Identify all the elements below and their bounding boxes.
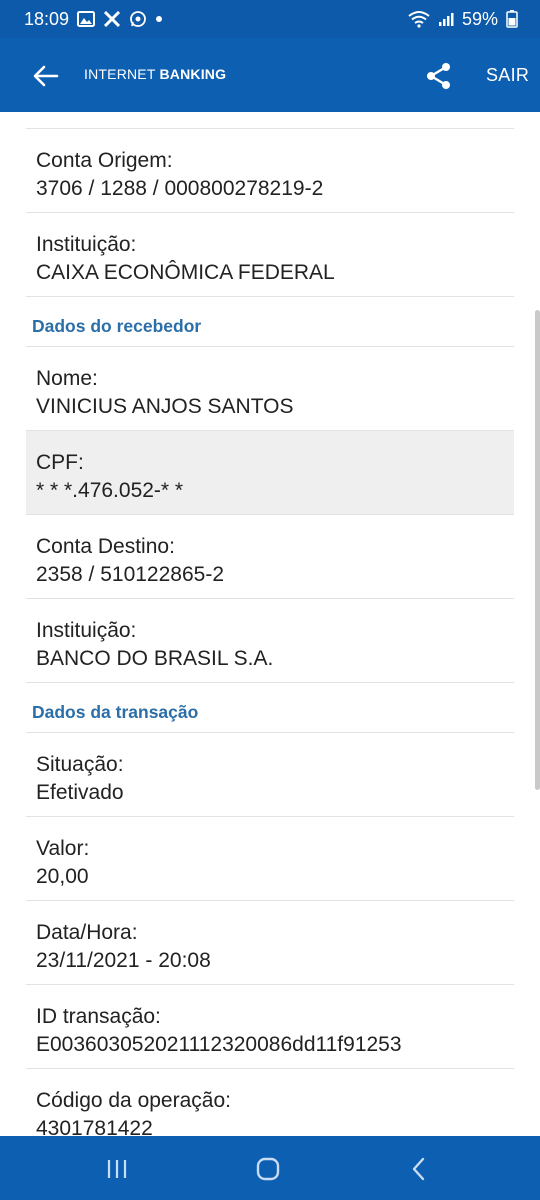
instituicao-destino-label: Instituição: <box>36 619 137 642</box>
signal-icon <box>438 11 454 27</box>
receipt-content[interactable]: Conta Origem: 3706 / 1288 / 000800278219… <box>0 112 540 1136</box>
cpf-value: * * *.476.052-* * <box>36 479 184 502</box>
codigo-operacao-label: Código da operação: <box>36 1089 231 1112</box>
home-icon <box>256 1157 280 1181</box>
row-conta-origem: Conta Origem: 3706 / 1288 / 000800278219… <box>26 129 514 213</box>
conta-destino-label: Conta Destino: <box>36 535 175 558</box>
row-instituicao-destino: Instituição: BANCO DO BRASIL S.A. <box>26 599 514 683</box>
data-hora-value: 23/11/2021 - 20:08 <box>36 949 211 972</box>
share-icon <box>427 63 450 89</box>
data-hora-label: Data/Hora: <box>36 921 138 944</box>
row-codigo-operacao: Código da operação: 4301781422 <box>26 1069 514 1136</box>
row-valor: Valor: 20,00 <box>26 817 514 901</box>
codigo-operacao-value: 4301781422 <box>36 1117 153 1136</box>
app-title: INTERNET BANKING <box>84 66 226 82</box>
app-title-light: INTERNET <box>84 66 156 82</box>
system-nav-bar <box>0 1136 540 1200</box>
valor-label: Valor: <box>36 837 90 860</box>
row-conta-destino: Conta Destino: 2358 / 510122865-2 <box>26 515 514 599</box>
system-back-button[interactable] <box>402 1152 436 1186</box>
chevron-left-icon <box>412 1157 425 1181</box>
row-instituicao-origem: Instituição: CAIXA ECONÔMICA FEDERAL <box>26 213 514 297</box>
app-title-bold: BANKING <box>159 66 227 82</box>
battery-icon <box>506 10 518 28</box>
share-button[interactable] <box>423 60 455 92</box>
instituicao-destino-value: BANCO DO BRASIL S.A. <box>36 647 274 670</box>
cpf-label: CPF: <box>36 451 84 474</box>
instituicao-origem-label: Instituição: <box>36 233 137 256</box>
battery-percent: 59% <box>461 8 498 29</box>
x-icon <box>103 11 121 27</box>
status-time: 18:09 <box>24 8 70 29</box>
arrow-left-icon <box>33 65 59 87</box>
situacao-label: Situação: <box>36 753 124 776</box>
dot-icon <box>155 15 163 23</box>
recent-apps-button[interactable] <box>100 1152 134 1186</box>
app-bar: INTERNET BANKING SAIR <box>0 38 540 112</box>
nome-label: Nome: <box>36 367 98 390</box>
conta-origem-value: 3706 / 1288 / 000800278219-2 <box>36 177 324 200</box>
whatsapp-icon <box>129 10 147 28</box>
nome-value: VINICIUS ANJOS SANTOS <box>36 395 294 418</box>
row-id-transacao: ID transação: E00360305202111232008​6dd1… <box>26 985 514 1069</box>
recent-apps-icon <box>107 1160 127 1178</box>
section-title-recebedor: Dados do recebedor <box>26 297 514 347</box>
gallery-icon <box>77 11 96 27</box>
status-bar: 18:09 59% <box>0 0 540 38</box>
wifi-icon <box>408 10 430 28</box>
row-nome: Nome: VINICIUS ANJOS SANTOS <box>26 347 514 431</box>
situacao-value: Efetivado <box>36 781 124 804</box>
row-situacao: Situação: Efetivado <box>26 733 514 817</box>
back-button[interactable] <box>30 60 62 92</box>
valor-value: 20,00 <box>36 865 89 888</box>
id-transacao-label: ID transação: <box>36 1005 161 1028</box>
logout-button[interactable]: SAIR <box>486 65 529 86</box>
row-data-hora: Data/Hora: 23/11/2021 - 20:08 <box>26 901 514 985</box>
scrollbar[interactable] <box>535 310 540 790</box>
id-transacao-value: E00360305202111232008​6dd11f91253 <box>36 1033 402 1056</box>
home-button[interactable] <box>251 1152 285 1186</box>
row-cpf: CPF: * * *.476.052-* * <box>26 431 514 515</box>
conta-destino-value: 2358 / 510122865-2 <box>36 563 225 586</box>
conta-origem-label: Conta Origem: <box>36 149 173 172</box>
instituicao-origem-value: CAIXA ECONÔMICA FEDERAL <box>36 261 335 284</box>
section-title-transacao: Dados da transação <box>26 683 514 733</box>
